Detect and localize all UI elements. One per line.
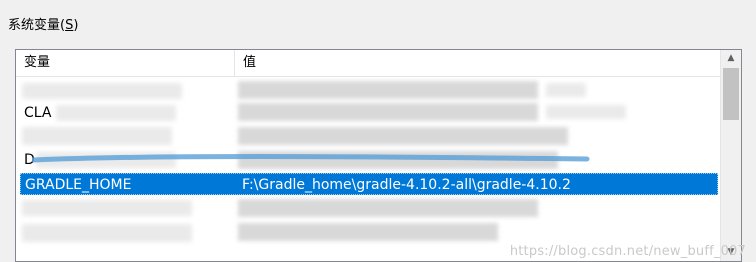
chevron-up-icon[interactable]: ▲ xyxy=(721,50,741,67)
redaction-blur xyxy=(22,224,192,242)
column-header-variable[interactable]: 变量 xyxy=(16,50,235,76)
system-variables-label: 系统变量(S) xyxy=(8,18,78,34)
label-suffix: ) xyxy=(73,18,79,33)
variable-value-cell: F:\Gradle_home\gradle-4.10.2-all\gradle-… xyxy=(242,177,571,193)
annotation-stroke xyxy=(32,154,590,163)
system-variables-panel: 系统变量(S) 变量 值 CLA D GRADLE_HOME F:\Gradle… xyxy=(0,0,756,262)
redaction-blur xyxy=(238,81,538,99)
redaction-blur xyxy=(238,127,568,145)
list-header: 变量 值 xyxy=(16,50,720,77)
redaction-blur xyxy=(546,105,626,119)
redaction-blur xyxy=(56,105,176,121)
list-rows: CLA D GRADLE_HOME F:\Gradle_home\gradle-… xyxy=(16,77,720,261)
redaction-blur xyxy=(546,83,586,97)
vertical-scrollbar[interactable]: ▲ ▼ xyxy=(720,50,741,261)
system-variables-list[interactable]: 变量 值 CLA D GRADLE_HOME F:\Gradle_home\gr… xyxy=(15,49,742,262)
column-header-value[interactable]: 值 xyxy=(235,50,720,76)
table-row-selected[interactable]: GRADLE_HOME F:\Gradle_home\gradle-4.10.2… xyxy=(20,173,718,195)
variable-name-cell: GRADLE_HOME xyxy=(25,177,132,193)
redaction-blur xyxy=(238,103,538,121)
redaction-blur xyxy=(22,200,192,216)
redaction-blur xyxy=(238,223,498,241)
scroll-thumb[interactable] xyxy=(723,68,739,120)
redaction-blur xyxy=(22,83,182,99)
redaction-blur xyxy=(238,199,538,217)
watermark: https://blog.csdn.net/new_buff_007 xyxy=(509,244,746,259)
label-prefix: 系统变量( xyxy=(8,18,66,33)
redaction-blur xyxy=(22,127,172,145)
